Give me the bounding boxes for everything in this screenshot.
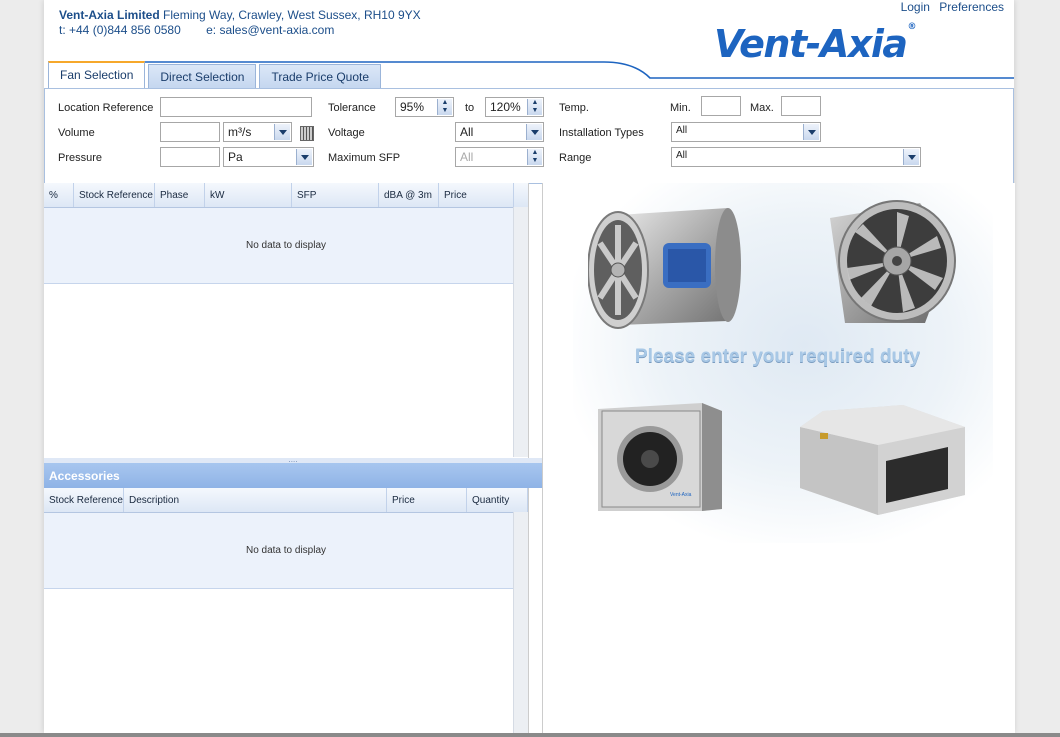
chevron-down-icon[interactable] [903,149,919,165]
installation-types-value: All [676,125,688,136]
accessories-grid: Stock Reference Description Price Quanti… [44,488,529,733]
col-price[interactable]: Price [439,183,514,207]
voltage-value: All [460,125,474,139]
col-acc-price[interactable]: Price [387,488,467,512]
max-sfp-value: All [460,150,474,164]
results-empty-message: No data to display [44,208,528,284]
results-scrollbar[interactable] [513,207,528,457]
col-percent[interactable]: % [44,183,74,207]
accessories-grid-header: Stock Reference Description Price Quanti… [44,488,528,513]
page: Vent-Axia Limited Fleming Way, Crawley, … [44,0,1015,733]
range-label: Range [559,152,592,164]
range-value: All [676,150,688,161]
tolerance-to-input[interactable]: 120% ▲ ▼ [485,97,544,117]
tab-trade-price-quote[interactable]: Trade Price Quote [259,64,382,89]
col-dba[interactable]: dBA @ 3m [379,183,439,207]
accessories-header: Accessories [44,463,542,488]
col-sfp[interactable]: SFP [292,183,379,207]
temp-min-label: Min. [670,102,691,114]
chevron-down-icon[interactable] [803,124,819,140]
results-grid-header: % Stock Reference Phase kW SFP dBA @ 3m … [44,183,528,208]
col-kw[interactable]: kW [205,183,292,207]
range-select[interactable]: All [671,147,921,167]
tolerance-from-value: 95% [400,100,425,114]
location-reference-input[interactable] [160,97,312,117]
installation-types-label: Installation Types [559,127,644,139]
fan-selection-form: Location Reference Volume m³/s Pressure … [44,88,1014,184]
tab-fan-selection[interactable]: Fan Selection [48,61,146,89]
results-grid: % Stock Reference Phase kW SFP dBA @ 3m … [44,183,529,458]
pressure-unit-select[interactable]: Pa [223,147,314,167]
vent-axia-logo: Vent-Axia® [714,22,917,66]
tolerance-to-label: to [465,102,475,114]
logo-reg-mark: ® [907,22,917,32]
box-fan-image: Vent-Axia [598,403,722,511]
bottom-bar [0,733,1060,737]
col-phase[interactable]: Phase [155,183,205,207]
volume-unit-value: m³/s [228,125,252,139]
accessories-scrollbar[interactable] [513,512,528,733]
spinner-icon[interactable]: ▲ ▼ [437,99,452,115]
col-acc-description[interactable]: Description [124,488,387,512]
tolerance-to-value: 120% [490,100,521,114]
pressure-input[interactable] [160,147,220,167]
location-reference-label: Location Reference [58,102,154,114]
temp-min-input[interactable] [701,96,741,116]
logo-text: Vent-Axia [714,22,908,66]
cabinet-fan-image [800,405,965,515]
spinner-icon[interactable]: ▲ ▼ [527,149,542,165]
tolerance-from-input[interactable]: 95% ▲ ▼ [395,97,454,117]
voltage-select[interactable]: All [455,122,544,142]
chevron-down-icon[interactable] [296,149,312,165]
axial-fan-cased-image [588,208,741,329]
volume-input[interactable] [160,122,220,142]
tab-bar: Fan Selection Direct Selection Trade Pri… [48,61,384,89]
installation-types-select[interactable]: All [671,122,821,142]
temp-max-label: Max. [750,102,774,114]
box-fan-brand: Vent-Axia [670,492,692,498]
spinner-icon[interactable]: ▲ ▼ [527,99,542,115]
chevron-down-icon[interactable] [274,124,290,140]
chevron-down-icon[interactable] [526,124,542,140]
duty-prompt: Please enter your required duty [635,346,921,367]
temp-max-input[interactable] [781,96,821,116]
col-acc-stock-reference[interactable]: Stock Reference [44,488,124,512]
col-stock-reference[interactable]: Stock Reference [74,183,155,207]
pressure-label: Pressure [58,152,103,164]
axial-fan-long-case-image [830,200,956,323]
voltage-label: Voltage [328,127,365,139]
volume-unit-select[interactable]: m³/s [223,122,292,142]
max-sfp-input[interactable]: All ▲ ▼ [455,147,544,167]
col-acc-quantity[interactable]: Quantity [467,488,528,512]
tolerance-label: Tolerance [328,102,376,114]
volume-label: Volume [58,127,95,139]
product-preview-panel: Please enter your required duty Vent-Axi… [542,183,1015,733]
max-sfp-label: Maximum SFP [328,152,401,164]
temp-label: Temp. [559,102,589,114]
pressure-unit-value: Pa [228,150,243,164]
calculator-icon[interactable] [300,126,314,141]
tab-direct-selection[interactable]: Direct Selection [148,64,257,89]
accessories-empty-message: No data to display [44,513,528,589]
